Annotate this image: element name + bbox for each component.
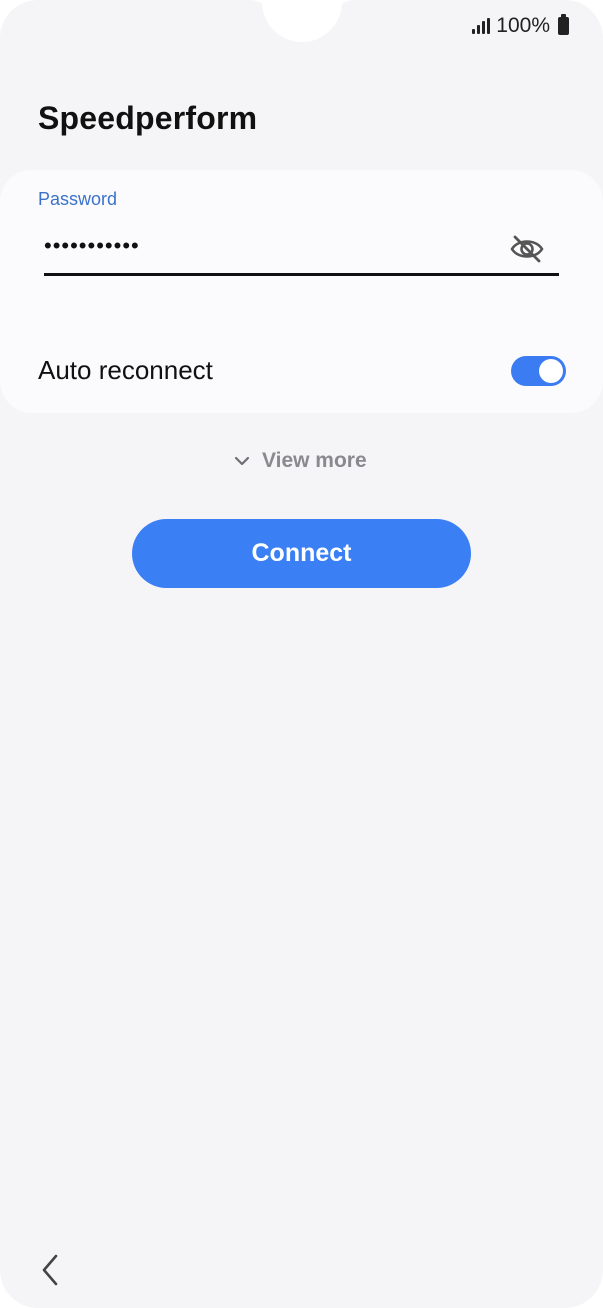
password-input[interactable]: ••••••••••• — [44, 226, 559, 276]
battery-percentage: 100% — [496, 14, 550, 37]
password-label: Password — [38, 189, 118, 209]
page-title: Speedperform — [38, 100, 258, 136]
screen: 100% Speedperform Password ••••••••••• A… — [0, 0, 603, 1308]
view-more-label: View more — [262, 449, 367, 472]
battery-icon — [558, 14, 569, 35]
camera-notch — [262, 0, 342, 42]
status-bar: 100% — [472, 12, 569, 40]
auto-reconnect-label: Auto reconnect — [38, 355, 213, 385]
auto-reconnect-toggle[interactable] — [511, 356, 566, 386]
password-value[interactable]: ••••••••••• — [44, 230, 140, 262]
toggle-knob — [539, 359, 563, 383]
chevron-down-icon — [234, 456, 250, 466]
connect-button[interactable]: Connect — [132, 519, 471, 588]
eye-off-icon[interactable] — [509, 234, 545, 264]
view-more-button[interactable]: View more — [234, 446, 367, 476]
back-chevron-icon[interactable] — [34, 1250, 68, 1290]
signal-icon — [472, 18, 491, 34]
